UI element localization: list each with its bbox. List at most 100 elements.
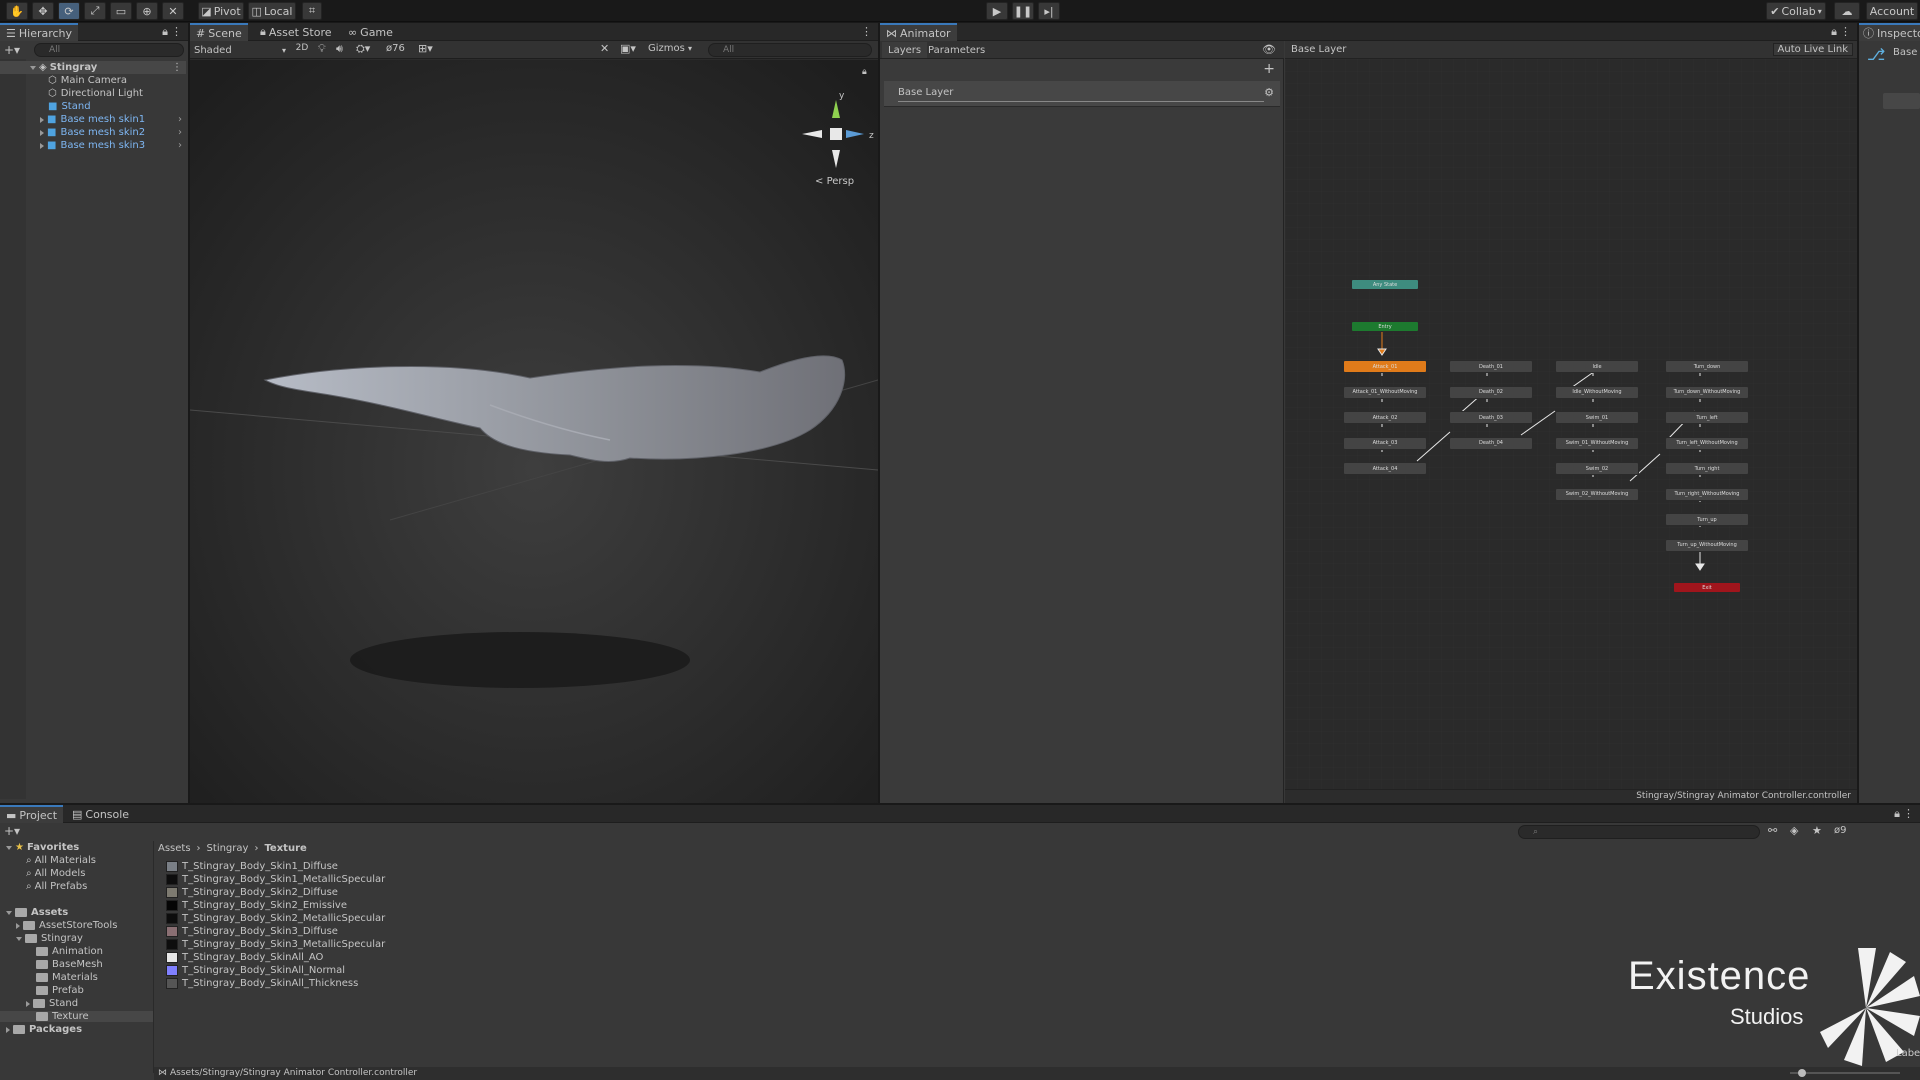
state-node[interactable]: Turn_up_WithoutMoving [1665,538,1749,552]
expand-icon[interactable] [40,142,44,149]
expand-icon[interactable] [40,129,44,136]
gear-icon[interactable]: ⚙ [1264,86,1274,99]
pause-button[interactable]: ❚❚ [1012,2,1034,20]
pivot-toggle[interactable]: ◪ Pivot [198,2,244,20]
breadcrumb-item[interactable]: Assets [158,843,191,854]
state-node-entry[interactable]: Entry [1351,321,1419,332]
more-icon[interactable]: ⋮ [861,25,872,38]
tree-folder[interactable]: Stingray [16,933,83,944]
favorite-star-icon[interactable]: ★ [1812,824,1822,837]
move-tool-button[interactable]: ✥ [32,2,54,20]
tab-inspector[interactable]: ⓘInspector [1859,23,1920,41]
tree-folder[interactable]: Stand [26,998,78,1009]
state-node[interactable]: Turn_right [1665,462,1749,475]
state-node[interactable]: Swim_01_WithoutMoving [1555,436,1639,450]
tree-folder[interactable]: Materials [36,972,98,983]
local-toggle[interactable]: ◫ Local [248,2,296,20]
scale-tool-button[interactable]: ⤢ [84,2,106,20]
state-node[interactable]: Attack_01 [1343,360,1427,373]
tab-console[interactable]: ▤ Console [66,805,135,823]
eye-icon[interactable]: 👁︎ [1262,43,1276,56]
audio-icon[interactable]: 🔊︎ [336,42,343,56]
state-node[interactable]: Turn_down [1665,360,1749,373]
project-search-input[interactable]: ⌕ [1518,825,1760,839]
state-node-any-state[interactable]: Any State [1351,279,1419,290]
state-node[interactable]: Swim_02_WithoutMoving [1555,487,1639,501]
step-button[interactable]: ▸| [1038,2,1060,20]
collab-dropdown[interactable]: ✔ Collab ▾ [1766,2,1826,20]
favorites-header[interactable]: ★ Favorites [6,842,79,853]
state-node[interactable]: Attack_04 [1343,462,1427,475]
chevron-right-icon[interactable]: › [178,114,182,125]
state-node[interactable]: Death_01 [1449,360,1533,373]
state-node[interactable]: Attack_02 [1343,411,1427,424]
lock-icon[interactable]: 🔒︎ [1894,807,1900,821]
file-item[interactable]: T_Stingray_Body_Skin2_Diffuse [166,886,338,899]
hand-tool-button[interactable]: ✋ [6,2,28,20]
hierarchy-item[interactable]: ⬡ Main Camera [0,74,186,87]
hierarchy-item[interactable]: ⬡ Directional Light [0,87,186,100]
hierarchy-search-input[interactable]: All [34,43,184,57]
state-node[interactable]: Death_02 [1449,385,1533,399]
favorite-item[interactable]: ⌕ All Models [26,868,85,879]
persp-label[interactable]: < Persp [815,176,854,187]
breadcrumb-item[interactable]: Stingray [207,843,249,854]
grid-visibility-icon[interactable]: ⊞▾ [418,42,433,55]
account-dropdown[interactable]: Account [1866,2,1918,20]
search-by-type-icon[interactable]: ⚯ [1768,824,1777,837]
packages-header[interactable]: Packages [6,1024,82,1035]
label-icon[interactable]: ◈ [1790,824,1798,837]
lock-icon[interactable]: 🔒︎ [862,67,867,77]
state-node[interactable]: Attack_03 [1343,436,1427,450]
more-icon[interactable]: ⋮ [1903,807,1914,820]
tab-parameters[interactable]: Parameters [922,42,991,58]
inspector-field[interactable] [1883,93,1920,109]
state-node[interactable]: Turn_right_WithoutMoving [1665,487,1749,501]
file-item[interactable]: T_Stingray_Body_Skin1_MetallicSpecular [166,873,385,886]
state-node[interactable]: Swim_01 [1555,411,1639,424]
layer-item[interactable]: Base Layer ⚙ [884,81,1280,107]
auto-live-link-toggle[interactable]: Auto Live Link [1772,43,1853,56]
expand-icon[interactable] [6,845,12,850]
file-item[interactable]: T_Stingray_Body_Skin2_Emissive [166,899,347,912]
hierarchy-root[interactable]: ◈ Stingray ⋮ [0,61,186,74]
scene-search-input[interactable]: All [708,43,872,57]
expand-icon[interactable] [40,116,44,123]
file-item[interactable]: T_Stingray_Body_Skin2_MetallicSpecular [166,912,385,925]
hidden-packages-toggle[interactable]: ø9 [1834,825,1847,836]
tab-project[interactable]: ▬ Project [0,805,64,823]
state-node[interactable]: Attack_01_WithoutMoving [1343,385,1427,399]
hierarchy-item[interactable]: ■ Base mesh skin1 › [0,113,186,126]
lock-icon[interactable]: 🔒︎ [162,25,168,39]
create-asset-button[interactable]: +▾ [4,824,20,838]
file-item[interactable]: T_Stingray_Body_Skin3_MetallicSpecular [166,938,385,951]
chevron-right-icon[interactable]: › [178,127,182,138]
graph-breadcrumb[interactable]: Base Layer [1291,44,1346,55]
hidden-objects-toggle[interactable]: ø76 [386,43,405,54]
file-item[interactable]: T_Stingray_Body_SkinAll_AO [166,951,323,964]
tree-folder-selected[interactable]: Texture [0,1011,153,1022]
expand-icon[interactable] [6,1026,10,1033]
hierarchy-item[interactable]: ■ Base mesh skin2 › [0,126,186,139]
root-more-icon[interactable]: ⋮ [172,62,182,73]
lighting-icon[interactable]: 💡︎ [318,42,326,56]
state-node-exit[interactable]: Exit [1673,582,1741,593]
state-node[interactable]: Idle [1555,360,1639,373]
2d-toggle[interactable]: 2D [292,43,312,57]
camera-icon[interactable]: ▣▾ [620,42,636,55]
more-icon[interactable]: ⋮ [1840,25,1851,38]
tools-icon[interactable]: ✕ [600,42,609,55]
state-node[interactable]: Turn_left_WithoutMoving [1665,436,1749,450]
expand-icon[interactable] [16,936,22,941]
breadcrumb-current[interactable]: Texture [264,843,306,854]
more-icon[interactable]: ⋮ [171,25,182,38]
file-item[interactable]: T_Stingray_Body_SkinAll_Normal [166,964,345,977]
expand-icon[interactable] [26,1000,30,1007]
tab-asset-store[interactable]: 🔒︎ Asset Store [254,23,338,41]
tree-folder[interactable]: Prefab [36,985,84,996]
expand-icon[interactable] [6,910,12,915]
state-node[interactable]: Death_04 [1449,436,1533,450]
state-node[interactable]: Death_03 [1449,411,1533,424]
file-item[interactable]: T_Stingray_Body_SkinAll_Thickness [166,977,358,990]
assets-header[interactable]: Assets [6,907,68,918]
